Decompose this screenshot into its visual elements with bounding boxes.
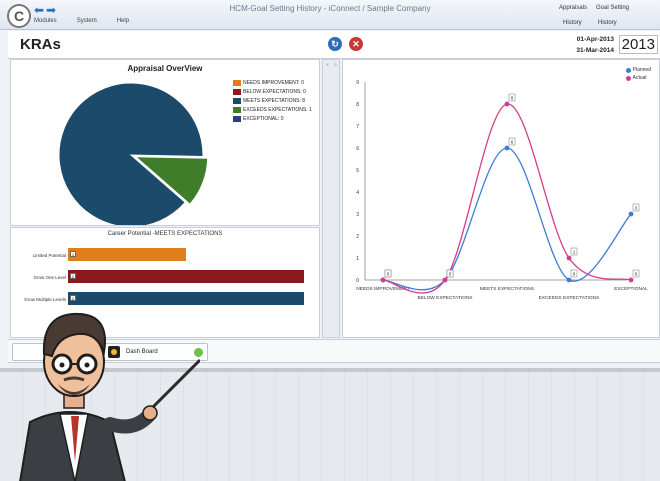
line-chart: 0 1 2 3 4 5 6 7 8 9 NEEDS IMPROVEMENT BELOW EXPECTA… [356, 80, 648, 301]
data-point-actual [442, 277, 448, 283]
legend-swatch [233, 106, 241, 113]
y-tick-label: 2 [356, 234, 359, 240]
y-tick-label: 8 [356, 102, 359, 108]
legend-swatch [233, 97, 241, 104]
bar-label: Grow One Level [33, 275, 66, 280]
bar-value: 2 [70, 273, 76, 279]
bar-chart-title: Career Potential -MEETS EXPECTATIONS [107, 231, 223, 237]
legend-label: NEEDS IMPROVEMENT: 0 [243, 79, 304, 86]
presenter-illustration [19, 312, 200, 481]
pie-slice-meets-expectations [58, 82, 204, 225]
data-point-actual [628, 277, 634, 283]
legend-item: Actual [625, 74, 651, 82]
page-header: KRAs ↻ ✕ 01-Apr-2013 31-Mar-2014 2013 [8, 31, 660, 59]
date-range: 01-Apr-2013 31-Mar-2014 [576, 34, 614, 56]
legend-swatch [233, 115, 241, 122]
date-to: 31-Mar-2014 [576, 47, 614, 54]
y-tick-label: 4 [356, 190, 359, 196]
data-point-planned [566, 277, 572, 283]
menu-goal-history[interactable]: History [598, 20, 617, 26]
legend-label: MEETS EXPECTATIONS: 8 [243, 97, 306, 104]
legend-dot [625, 67, 631, 73]
year-selector[interactable]: 2013 [618, 35, 658, 54]
data-point-planned [628, 211, 634, 217]
window-title-bar: C ⬅➡ HCM-Goal Setting History - iConnect… [0, 0, 660, 30]
close-icon: ✕ [352, 38, 360, 49]
legend-label: BELOW EXPECTATIONS: 0 [243, 88, 306, 95]
legend-label: Actual [632, 75, 647, 81]
hand [142, 405, 158, 421]
bar-value: 1 [70, 251, 76, 257]
legend-swatch [233, 79, 241, 86]
x-tick-label: EXCEPTIONAL [614, 286, 648, 292]
legend-swatch [233, 88, 241, 95]
legend-dot [625, 75, 631, 81]
kra-line-chart-panel: 0 1 2 3 4 5 6 7 8 9 NEEDS IMPROVEMENT BELOW EXPECTA… [342, 59, 660, 338]
legend-item: NEEDS IMPROVEMENT: 0 [233, 78, 312, 87]
legend-label: EXCEPTIONAL: 0 [243, 115, 284, 122]
collapse-right-icon[interactable]: » [334, 62, 337, 68]
data-point-actual [504, 101, 510, 107]
x-tick-label: EXCEEDS EXPECTATIONS [539, 295, 600, 301]
data-point-planned [504, 145, 510, 151]
y-tick-label: 9 [356, 80, 359, 86]
menu-system[interactable]: System [77, 18, 97, 24]
legend-item: BELOW EXPECTATIONS: 0 [233, 87, 312, 96]
bar-limited-potential: 1 [68, 248, 186, 261]
line-legend: Planned Actual [625, 66, 651, 82]
menu-bar: Modules System Help [34, 18, 129, 24]
menu-help[interactable]: Help [117, 18, 129, 24]
x-tick-label: BELOW EXPECTATIONS [418, 295, 473, 301]
pie-chart [58, 82, 209, 225]
legend-item: EXCEEDS EXPECTATIONS: 1 [233, 105, 312, 114]
legend-item: EXCEPTIONAL: 0 [233, 114, 312, 123]
data-point-actual [380, 277, 386, 283]
page-title: KRAs [20, 36, 61, 53]
pointer-stick [146, 358, 200, 414]
legend-label: EXCEEDS EXPECTATIONS: 1 [243, 106, 312, 113]
appraisal-overview-panel: Appraisal OverView NEEDS IMPROVEMENT: 0 … [10, 59, 320, 226]
collapse-left-icon[interactable]: « [326, 62, 329, 68]
bar-label: Limited Potential [32, 253, 66, 258]
y-tick-label: 3 [356, 212, 359, 218]
panel-splitter[interactable]: « » [322, 59, 340, 338]
x-tick-label: MEETS EXPECTATIONS [480, 286, 534, 292]
y-tick-label: 1 [356, 256, 359, 262]
date-from: 01-Apr-2013 [576, 36, 614, 43]
y-tick-label: 0 [356, 278, 359, 284]
refresh-icon: ↻ [331, 38, 339, 49]
close-button[interactable]: ✕ [349, 37, 363, 51]
legend-item: Planned [625, 66, 651, 74]
menu-appraisals[interactable]: Appraisals [559, 5, 587, 11]
menu-appraisal-history[interactable]: History [563, 20, 582, 26]
data-point-actual [566, 255, 572, 261]
legend-item: MEETS EXPECTATIONS: 8 [233, 96, 312, 105]
x-tick-label: NEEDS IMPROVEMENT [356, 286, 410, 292]
legend-label: Planned [632, 67, 651, 73]
bar-grow-one-level: 2 [68, 270, 304, 283]
y-tick-label: 7 [356, 124, 359, 130]
menu-modules[interactable]: Modules [34, 18, 57, 24]
menu-goal-setting[interactable]: Goal Setting [596, 5, 629, 11]
series-line-planned [382, 147, 632, 291]
y-tick-label: 5 [356, 168, 359, 174]
pie-legend: NEEDS IMPROVEMENT: 0 BELOW EXPECTATIONS:… [233, 78, 312, 123]
refresh-button[interactable]: ↻ [328, 37, 342, 51]
y-tick-label: 6 [356, 146, 359, 152]
series-line-actual [382, 103, 632, 294]
